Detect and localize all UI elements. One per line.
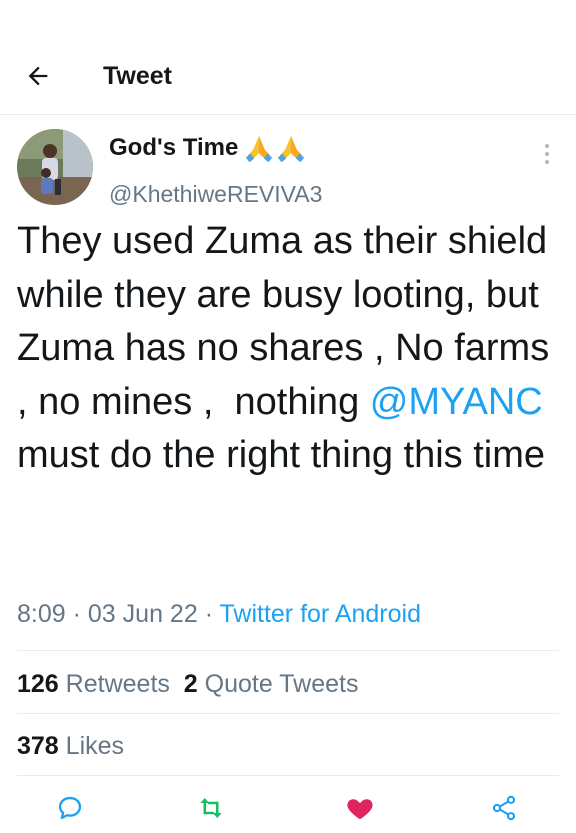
likes-count: 378 [17, 732, 59, 760]
arrow-left-icon [28, 66, 48, 86]
meta-separator: · [72, 600, 81, 628]
divider [17, 713, 559, 714]
reply-icon [58, 796, 82, 820]
tweet-source-link[interactable]: Twitter for Android [220, 600, 421, 628]
meta-separator: · [204, 600, 214, 628]
retweet-icon [200, 798, 222, 818]
quote-tweets-stat[interactable]: 2 Quote Tweets [184, 670, 359, 698]
top-bar: Tweet [0, 0, 576, 115]
more-options-icon[interactable] [535, 142, 559, 166]
tweet-date: 03 Jun 22 [87, 600, 198, 628]
folded-hands-emoji [244, 133, 306, 163]
avatar-photo [17, 129, 93, 205]
likes-label: Likes [65, 732, 125, 760]
avatar[interactable] [17, 129, 93, 205]
retweets-label: Retweets [65, 670, 170, 698]
tweet-actions-bar [0, 788, 576, 832]
likes-stat[interactable]: 378 Likes [17, 732, 124, 760]
divider [17, 650, 559, 651]
divider [17, 775, 559, 776]
page-title: Tweet [103, 62, 172, 90]
tweet-time: 8:09 [17, 600, 66, 628]
author-display-name[interactable]: God's Time [109, 132, 306, 164]
tweet-text: They used Zuma as their shield while the… [17, 215, 562, 483]
retweet-button[interactable] [191, 788, 231, 828]
share-icon [492, 795, 516, 821]
quotes-count: 2 [183, 670, 198, 698]
author-handle[interactable]: @KhethiweREVIVA3 [109, 180, 322, 208]
reply-button[interactable] [50, 788, 90, 828]
heart-icon [347, 799, 373, 820]
like-button[interactable] [340, 788, 380, 828]
likes-stats-row: 378 Likes [17, 730, 124, 762]
tweet-metadata: 8:09 · 03 Jun 22 · Twitter for Android [17, 597, 421, 631]
display-name-text: God's Time [109, 134, 239, 161]
retweets-stat[interactable]: 126 Retweets [17, 670, 170, 698]
back-button[interactable] [20, 58, 56, 94]
retweets-count: 126 [17, 670, 59, 698]
mention-link[interactable]: @MYANC [370, 381, 543, 423]
share-button[interactable] [484, 788, 524, 828]
retweet-stats-row: 126 Retweets 2 Quote Tweets [17, 668, 358, 700]
quotes-label: Quote Tweets [204, 670, 359, 698]
